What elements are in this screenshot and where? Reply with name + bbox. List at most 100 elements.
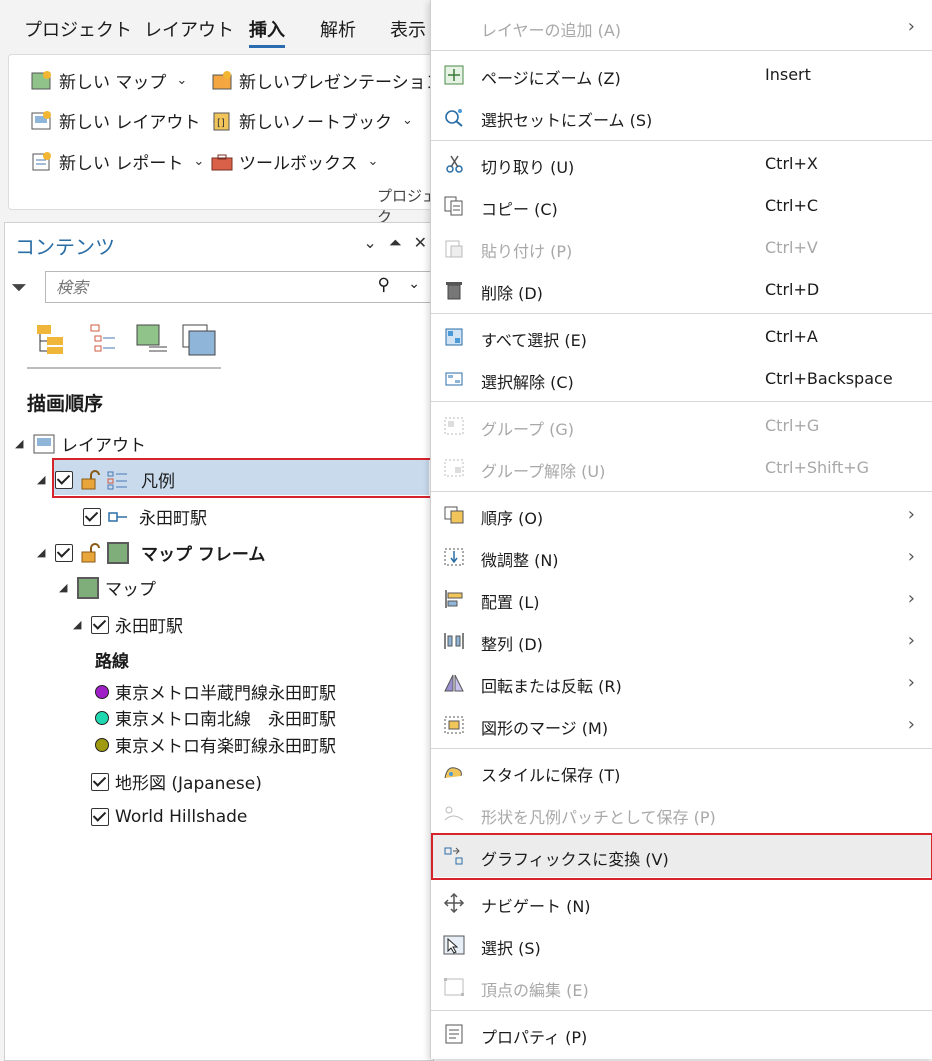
tree-layout[interactable]: ◢ レイアウト <box>15 431 146 456</box>
search-icon[interactable]: ⚲ <box>378 275 390 295</box>
route-symbol-icon <box>95 684 109 699</box>
tab-insert[interactable]: 挿入 <box>249 16 285 48</box>
legend-patch-icon <box>444 806 464 821</box>
filter-icon[interactable]: ⏷ <box>11 275 27 299</box>
merge-shapes-icon <box>444 716 464 734</box>
group-icon <box>444 417 464 435</box>
selection-list-icon[interactable] <box>87 323 119 359</box>
lock-icon[interactable] <box>79 469 101 490</box>
checkbox[interactable] <box>83 507 101 526</box>
new-report-label: 新しい レポート <box>59 154 184 174</box>
clear-selection-icon <box>445 372 463 386</box>
menu-item-align[interactable]: 配置 (L) › <box>431 578 932 620</box>
pane-menu-chevron-icon[interactable]: ⌄ <box>363 233 376 253</box>
checkbox[interactable] <box>91 772 109 791</box>
layout-icon <box>31 110 53 131</box>
menu-item-zoom-selection[interactable]: 選択セットにズーム (S) <box>431 96 932 138</box>
navigate-icon <box>443 893 465 913</box>
chevron-down-icon: ⌄ <box>176 73 188 88</box>
graphics-view-icon[interactable] <box>181 323 217 361</box>
toolbox-label: ツールボックス <box>239 154 358 174</box>
menu-item-navigate[interactable]: ナビゲート (N) <box>431 882 932 924</box>
menu-item-shortcut: Ctrl+D <box>765 280 820 299</box>
menu-item-zoom-page[interactable]: ページにズーム (Z) Insert <box>431 54 932 96</box>
new-notebook-button[interactable]: [] 新しいノートブック ⌄ <box>211 108 413 133</box>
menu-item-select-all[interactable]: すべて選択 (E) Ctrl+A <box>431 316 932 358</box>
lock-icon[interactable] <box>79 542 101 563</box>
collapse-icon[interactable]: ◢ <box>15 437 27 450</box>
checkbox[interactable] <box>91 808 109 826</box>
menu-item-properties[interactable]: プロパティ (P) <box>431 1013 932 1055</box>
route-label: 東京メトロ有楽町線永田町駅 <box>115 737 336 757</box>
menu-item-delete[interactable]: 削除 (D) Ctrl+D <box>431 269 932 311</box>
legend-icon <box>107 471 127 489</box>
menu-item-label: グループ解除 (U) <box>481 462 606 481</box>
tree-hillshade-label: World Hillshade <box>115 807 248 827</box>
divider <box>431 748 932 749</box>
new-presentation-button[interactable]: 新しいプレゼンテーション⌄ <box>211 68 464 93</box>
ribbon-panel: 新しい マップ⌄ 新しいプレゼンテーション⌄ 新しい レイアウト⌄ [] 新しい… <box>8 54 464 226</box>
collapse-icon[interactable]: ◢ <box>59 581 71 594</box>
menu-item-distribute[interactable]: 整列 (D) › <box>431 620 932 662</box>
checkbox[interactable] <box>91 615 109 634</box>
menu-item-merge-shapes[interactable]: 図形のマージ (M) › <box>431 704 932 746</box>
tab-analysis[interactable]: 解析 <box>320 16 356 42</box>
menu-item-save-legend-patch[interactable]: 形状を凡例パッチとして保存 (P) <box>431 793 932 835</box>
menu-item-order[interactable]: 順序 (O) › <box>431 494 932 536</box>
point-symbol-icon <box>108 511 127 522</box>
pin-icon[interactable]: ⏶ <box>389 233 402 253</box>
menu-item-clear-selection[interactable]: 選択解除 (C) Ctrl+Backspace <box>431 358 932 400</box>
tab-layout[interactable]: レイアウト <box>144 16 234 42</box>
new-map-button[interactable]: 新しい マップ ⌄ <box>31 68 187 93</box>
order-icon <box>444 506 464 524</box>
tree-hillshade[interactable]: World Hillshade <box>91 807 247 827</box>
menu-item-label: コピー (C) <box>481 200 558 219</box>
close-icon[interactable]: ✕ <box>414 233 427 253</box>
tab-project[interactable]: プロジェクト <box>24 16 132 42</box>
menu-item-cut[interactable]: 切り取り (U) Ctrl+X <box>431 143 932 185</box>
divider <box>431 313 932 314</box>
menu-item-edit-vertices[interactable]: 頂点の編集 (E) <box>431 966 932 1008</box>
tree-legend-item[interactable]: 永田町駅 <box>83 504 207 529</box>
collapse-icon[interactable]: ◢ <box>37 546 49 559</box>
tree-layer[interactable]: ◢ 永田町駅 <box>73 612 183 637</box>
map-icon <box>77 576 99 599</box>
chevron-right-icon: › <box>907 16 915 37</box>
tab-view[interactable]: 表示 <box>390 16 426 42</box>
route-symbol-icon <box>95 710 109 725</box>
menu-item-nudge[interactable]: 微調整 (N) › <box>431 536 932 578</box>
menu-item-select[interactable]: 選択 (S) <box>431 924 932 966</box>
menu-item-label: プロパティ (P) <box>481 1028 588 1047</box>
menu-item-label: 頂点の編集 (E) <box>481 981 589 1000</box>
menu-item-ungroup[interactable]: グループ解除 (U) Ctrl+Shift+G <box>431 447 932 489</box>
new-layout-button[interactable]: 新しい レイアウト⌄ <box>31 108 221 133</box>
new-report-button[interactable]: 新しい レポート ⌄ <box>31 149 204 174</box>
collapse-icon[interactable]: ◢ <box>37 473 49 486</box>
layout-icon <box>33 434 55 453</box>
menu-item-copy[interactable]: コピー (C) Ctrl+C <box>431 185 932 227</box>
tree-legend[interactable]: ◢ 凡例 <box>37 467 175 492</box>
search-input[interactable] <box>54 277 358 298</box>
toolbox-button[interactable]: ツールボックス ⌄ <box>211 149 378 174</box>
tree-basemap[interactable]: 地形図 (Japanese) <box>91 769 262 794</box>
rotate-flip-icon <box>444 674 464 692</box>
menu-item-save-style[interactable]: スタイルに保存 (T) <box>431 751 932 793</box>
chevron-right-icon: › <box>907 714 915 735</box>
menu-item-paste[interactable]: 貼り付け (P) Ctrl+V <box>431 227 932 269</box>
chevron-down-icon[interactable]: ⌄ <box>408 276 420 292</box>
new-layout-label: 新しい レイアウト <box>59 113 201 133</box>
chevron-down-icon: ⌄ <box>193 154 205 169</box>
menu-item-rotate-flip[interactable]: 回転または反転 (R) › <box>431 662 932 704</box>
menu-item-group[interactable]: グループ (G) Ctrl+G <box>431 405 932 447</box>
tree-map-frame[interactable]: ◢ マップ フレーム <box>37 540 265 565</box>
drawing-order-icon[interactable] <box>35 323 67 359</box>
menu-item-add-layer[interactable]: レイヤーの追加 (A) › <box>431 6 932 48</box>
menu-item-label: 配置 (L) <box>481 593 540 612</box>
menu-item-shortcut: Ctrl+A <box>765 327 818 346</box>
checkbox[interactable] <box>55 470 73 489</box>
view-toolbar <box>27 319 221 369</box>
tree-map[interactable]: ◢ マップ <box>59 575 156 600</box>
map-frame-view-icon[interactable] <box>135 323 169 359</box>
collapse-icon[interactable]: ◢ <box>73 618 85 631</box>
checkbox[interactable] <box>55 543 73 562</box>
